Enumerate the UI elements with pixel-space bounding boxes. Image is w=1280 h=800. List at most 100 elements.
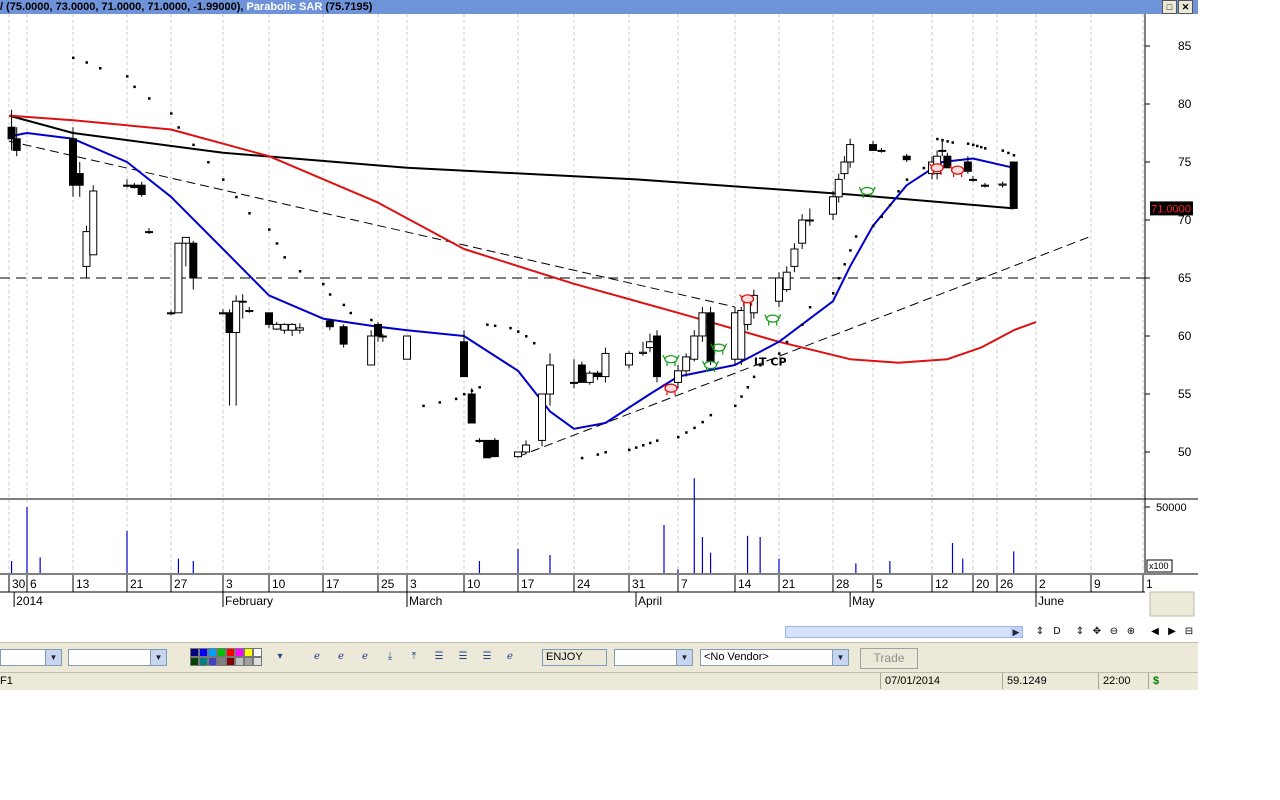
resize-icon[interactable]: ⇕ (1034, 626, 1046, 638)
move-icon[interactable]: ✥ (1091, 626, 1103, 638)
candle-body-22 (288, 323, 297, 331)
restore-button[interactable]: □ (1162, 0, 1177, 14)
ie-icon-2[interactable]: ℯ (334, 651, 348, 663)
layout-icon[interactable]: ☰ (432, 651, 446, 663)
sar-dot-14 (275, 242, 279, 245)
vertical-move-icon[interactable]: ⇕ (1074, 626, 1086, 638)
sar-dot-64 (897, 190, 900, 193)
palette-swatch-10[interactable] (208, 657, 217, 666)
scrollbar-thumb[interactable] (786, 627, 1010, 637)
candle-body-11 (174, 242, 183, 314)
x-tick-label-15: 14 (738, 577, 752, 591)
sar-dot-23 (438, 401, 442, 404)
sar-dot-16 (298, 270, 302, 273)
sar-dot-12 (248, 212, 251, 215)
sar-dot-41 (656, 439, 659, 442)
palette-swatch-12[interactable] (226, 657, 235, 666)
month-label-5: June (1038, 594, 1064, 608)
palette-dropdown-icon[interactable]: ▾ (273, 651, 287, 663)
bull-signal-icon-0 (662, 354, 680, 367)
zoom-in-icon[interactable]: ⊕ (1125, 626, 1137, 638)
download-icon[interactable]: ⤓ (383, 651, 397, 663)
x-tick-label-3: 21 (130, 577, 144, 591)
expand-icon[interactable]: ⊟ (1183, 626, 1195, 638)
sar-dot-44 (693, 426, 696, 430)
layout-icon-2[interactable]: ☰ (456, 651, 470, 663)
interval-select[interactable]: ▼ (614, 649, 693, 666)
line-width-select[interactable]: ▼ (68, 649, 167, 666)
line-style-select[interactable]: ▼ (0, 649, 62, 666)
palette-swatch-9[interactable] (199, 657, 208, 666)
palette-swatch-0[interactable] (190, 648, 199, 657)
layout-icon-3[interactable]: ☰ (480, 651, 494, 663)
palette-swatch-8[interactable] (190, 657, 199, 666)
x-tick-label-22: 2 (1039, 577, 1046, 591)
dollar-icon: $ (1148, 673, 1159, 689)
sar-dot-21 (370, 318, 373, 322)
sar-dot-67 (936, 137, 939, 141)
scroll-right-icon[interactable]: ▶ (1166, 626, 1178, 638)
sar-label: Parabolic SAR (243, 1, 326, 13)
palette-swatch-14[interactable] (244, 657, 253, 666)
candle-body-23 (295, 327, 304, 331)
status-bar: F1 07/01/2014 59.1249 22:00 $ (0, 672, 1198, 690)
sar-dot-59 (849, 249, 852, 252)
candle-body-76 (998, 183, 1007, 186)
sar-dot-78 (1012, 154, 1016, 157)
palette-swatch-13[interactable] (235, 657, 244, 666)
palette-swatch-4[interactable] (226, 648, 235, 657)
sar-dot-15 (283, 256, 286, 259)
symbol-field[interactable]: ENJOY (542, 649, 607, 666)
sar-dot-18 (328, 293, 332, 296)
scroll-right-icon[interactable]: ▶ (1010, 626, 1022, 638)
sar-dot-49 (746, 386, 750, 389)
sar-dot-31 (517, 330, 520, 333)
sar-dot-40 (649, 441, 652, 445)
candle-body-41 (585, 372, 594, 383)
y-tick-label-4: 65 (1178, 271, 1192, 285)
sar-dot-56 (832, 292, 835, 295)
ie-icon-3[interactable]: ℯ (358, 651, 372, 663)
chevron-down-icon: ▼ (676, 650, 692, 665)
trade-button[interactable]: Trade (860, 648, 918, 669)
candle-body-66 (869, 144, 877, 151)
palette-swatch-6[interactable] (244, 648, 253, 657)
axis-corner (1149, 591, 1195, 617)
candle-body-57 (775, 277, 783, 302)
sar-dot-11 (235, 195, 238, 199)
chevron-down-icon: ▼ (45, 650, 61, 665)
palette-swatch-5[interactable] (235, 648, 244, 657)
sar-dot-0 (72, 56, 75, 60)
palette-swatch-7[interactable] (253, 648, 262, 657)
candle-body-49 (682, 356, 691, 372)
bear-signal-icon-3 (949, 165, 965, 178)
color-palette[interactable] (190, 648, 270, 668)
x-tick-label-17: 28 (836, 577, 850, 591)
ie-icon-4[interactable]: ℯ (503, 651, 517, 663)
vol-unit-label: x100 (1149, 561, 1169, 571)
lt-cp-annotation: LT CP (754, 356, 787, 369)
palette-swatch-2[interactable] (208, 648, 217, 657)
palette-swatch-1[interactable] (199, 648, 208, 657)
horizontal-scrollbar[interactable]: ▶ (785, 626, 1023, 638)
palette-swatch-15[interactable] (253, 657, 262, 666)
upload-icon[interactable]: ⤒ (407, 651, 421, 663)
price-chart[interactable]: 858075706560555071.000050000x10030 6 13 21 2… (0, 14, 1198, 642)
candle-body-24 (325, 320, 334, 328)
ie-icon[interactable]: ℯ (310, 651, 324, 663)
palette-swatch-3[interactable] (217, 648, 226, 657)
sar-dot-71 (966, 142, 970, 145)
scroll-left-icon[interactable]: ◀ (1149, 626, 1161, 638)
zoom-out-icon[interactable]: ⊖ (1108, 626, 1120, 638)
candle-body-0 (7, 126, 16, 140)
candle-body-25 (339, 326, 348, 345)
sar-dot-66 (922, 166, 926, 170)
candle-body-39 (570, 381, 578, 384)
candle-body-51 (698, 312, 707, 337)
vendor-select[interactable]: <No Vendor> ▼ (700, 649, 849, 666)
candle-body-42 (593, 372, 602, 378)
palette-swatch-11[interactable] (217, 657, 226, 666)
daily-icon[interactable]: D (1051, 626, 1063, 638)
close-button[interactable]: ✕ (1178, 0, 1193, 14)
candle-body-27 (374, 323, 382, 337)
